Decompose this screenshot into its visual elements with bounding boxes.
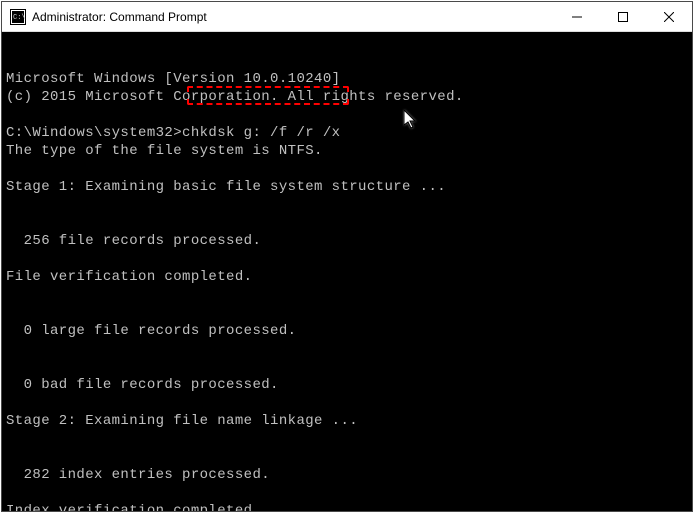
terminal-line bbox=[6, 196, 688, 214]
terminal-line: (c) 2015 Microsoft Corporation. All righ… bbox=[6, 88, 688, 106]
terminal-line bbox=[6, 340, 688, 358]
terminal-line bbox=[6, 106, 688, 124]
terminal-line: The type of the file system is NTFS. bbox=[6, 142, 688, 160]
terminal-line: 0 bad file records processed. bbox=[6, 376, 688, 394]
terminal-line: C:\Windows\system32>chkdsk g: /f /r /x bbox=[6, 124, 688, 142]
terminal-line: 0 large file records processed. bbox=[6, 322, 688, 340]
terminal-line: 256 file records processed. bbox=[6, 232, 688, 250]
terminal-line bbox=[6, 358, 688, 376]
terminal-line: Index verification completed. bbox=[6, 502, 688, 511]
command-prompt-window: C:\ Administrator: Command Prompt Micros… bbox=[1, 1, 693, 512]
terminal-area[interactable]: Microsoft Windows [Version 10.0.10240](c… bbox=[2, 32, 692, 511]
terminal-line bbox=[6, 448, 688, 466]
terminal-line bbox=[6, 250, 688, 268]
terminal-output: Microsoft Windows [Version 10.0.10240](c… bbox=[6, 70, 688, 511]
terminal-line bbox=[6, 160, 688, 178]
terminal-line bbox=[6, 304, 688, 322]
minimize-button[interactable] bbox=[554, 2, 600, 31]
terminal-line: Microsoft Windows [Version 10.0.10240] bbox=[6, 70, 688, 88]
cmd-icon: C:\ bbox=[10, 9, 26, 25]
terminal-line bbox=[6, 214, 688, 232]
svg-text:C:\: C:\ bbox=[13, 14, 26, 22]
terminal-line bbox=[6, 484, 688, 502]
terminal-line bbox=[6, 430, 688, 448]
terminal-line: 282 index entries processed. bbox=[6, 466, 688, 484]
close-button[interactable] bbox=[646, 2, 692, 31]
maximize-button[interactable] bbox=[600, 2, 646, 31]
terminal-line: File verification completed. bbox=[6, 268, 688, 286]
window-controls bbox=[554, 2, 692, 31]
terminal-line: Stage 1: Examining basic file system str… bbox=[6, 178, 688, 196]
terminal-line: Stage 2: Examining file name linkage ... bbox=[6, 412, 688, 430]
window-title: Administrator: Command Prompt bbox=[32, 10, 554, 24]
titlebar[interactable]: C:\ Administrator: Command Prompt bbox=[2, 2, 692, 32]
terminal-line bbox=[6, 286, 688, 304]
terminal-line bbox=[6, 394, 688, 412]
